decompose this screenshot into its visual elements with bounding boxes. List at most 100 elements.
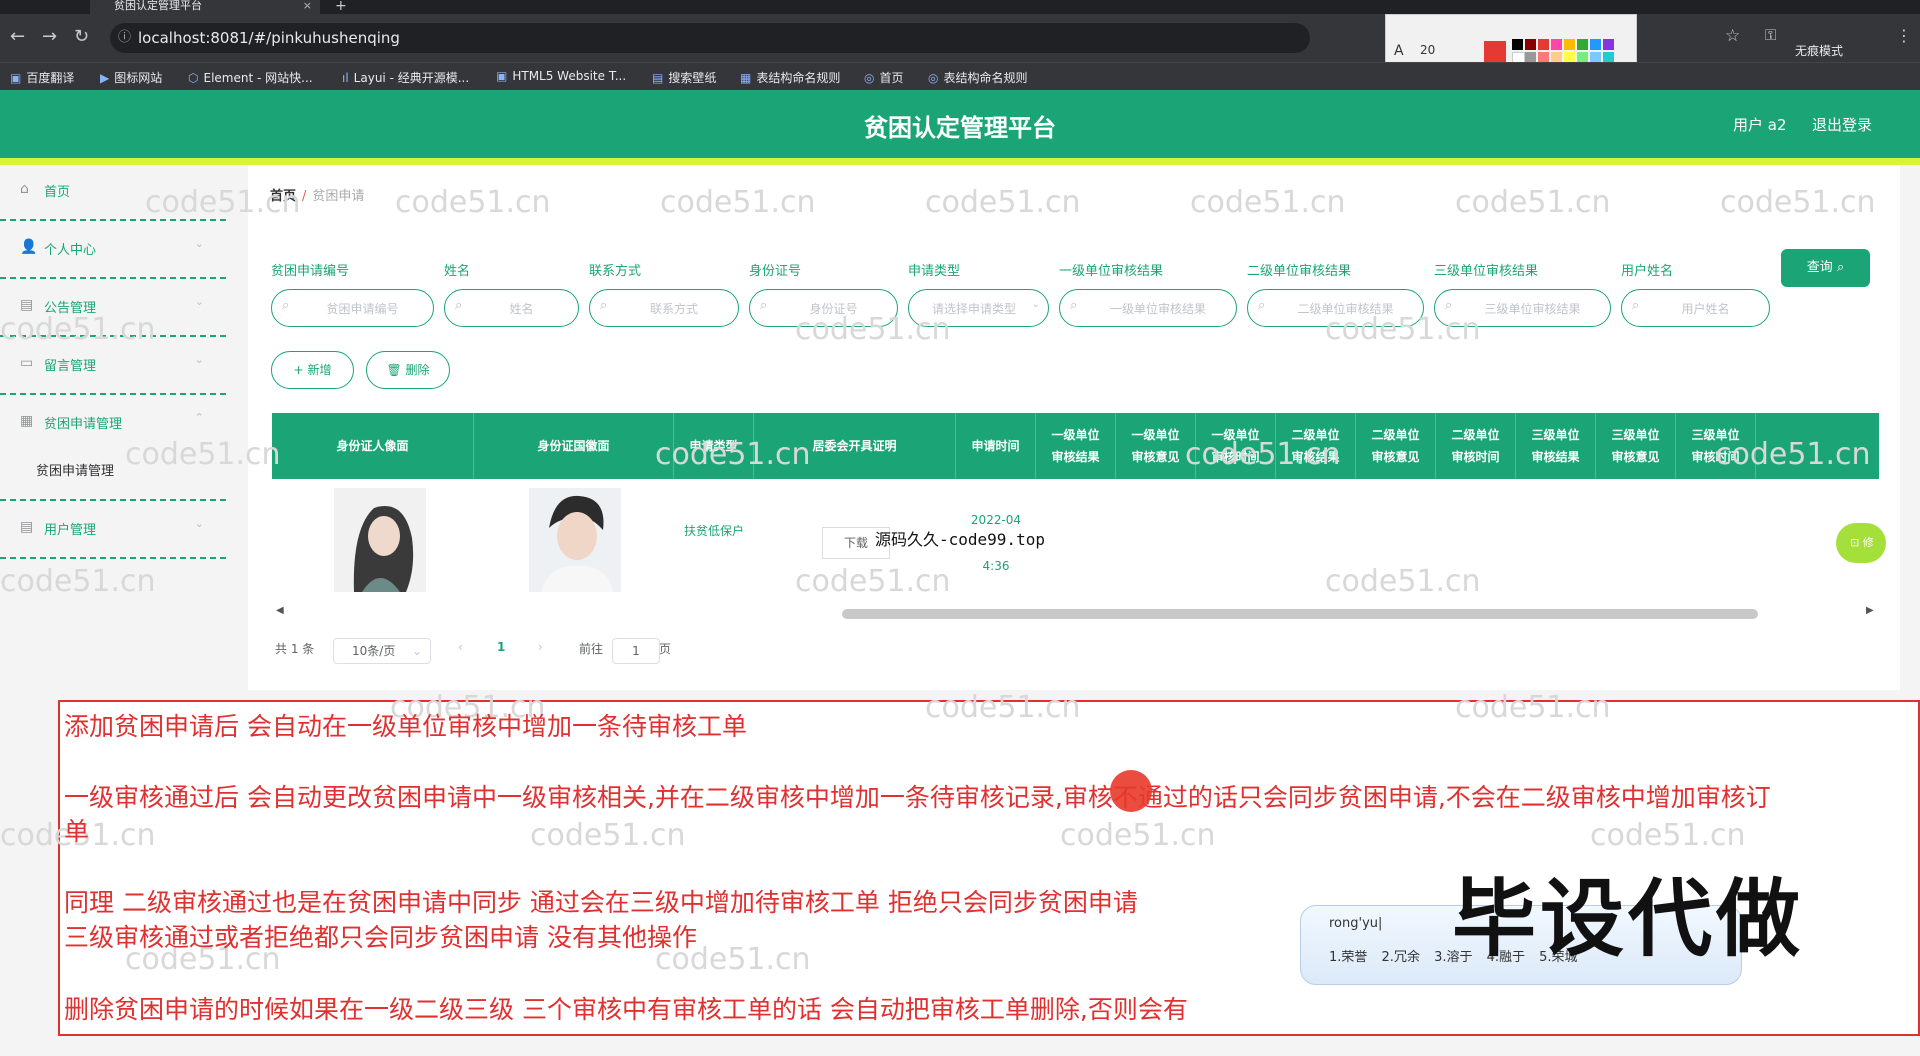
font-size-value[interactable]: 20 xyxy=(1420,43,1435,57)
bookmark-item[interactable]: ◎ 首页 xyxy=(864,69,904,86)
watermark: code51.cn xyxy=(1715,437,1871,472)
sidebar-item-messages[interactable]: ▭ 留言管理 ⌄ xyxy=(0,339,226,395)
id-back-photo[interactable] xyxy=(529,488,621,592)
current-color-swatch[interactable] xyxy=(1484,41,1506,63)
goto-page-input[interactable]: 1 xyxy=(612,638,660,664)
search-icon: ⌕ xyxy=(1070,298,1078,313)
name-input[interactable]: ⌕ xyxy=(444,289,579,327)
new-tab-button[interactable]: + xyxy=(335,0,347,14)
info-icon: ⓘ xyxy=(118,30,132,45)
column-header: 一级单位审核结果 xyxy=(1036,413,1116,479)
level1-result-field[interactable] xyxy=(1086,296,1230,322)
scrollbar-thumb[interactable] xyxy=(842,609,1758,619)
table-row[interactable] xyxy=(272,479,1879,599)
current-page[interactable]: 1 xyxy=(497,640,505,654)
level3-result-field[interactable] xyxy=(1461,296,1604,322)
add-button[interactable]: + 新增 xyxy=(271,351,354,389)
forward-icon[interactable]: → xyxy=(42,26,57,47)
browser-tab-strip: 贫困认定管理平台 × + xyxy=(0,0,1920,14)
chevron-down-icon: ⌄ xyxy=(1031,299,1040,310)
bookmark-item[interactable]: ◎ 表结构命名规则 xyxy=(928,69,1028,86)
sidebar-item-profile[interactable]: 👤 个人中心 ⌄ xyxy=(0,223,226,279)
watermark: code51.cn xyxy=(795,564,951,599)
column-header: 二级单位审核时间 xyxy=(1436,413,1516,479)
edit-button[interactable]: ⊡ 修 xyxy=(1836,523,1886,563)
key-icon[interactable]: ⚿ xyxy=(1765,26,1776,44)
sidebar-subitem-poverty-apply[interactable]: 贫困申请管理 xyxy=(36,460,114,479)
edit-button-label: 修 xyxy=(1862,536,1874,549)
scroll-left-icon[interactable]: ◀ xyxy=(276,605,284,616)
column-header: 身份证人像面 xyxy=(272,413,474,479)
browser-menu-icon[interactable]: ⋮ xyxy=(1896,26,1912,45)
document-icon: ▤ xyxy=(20,519,34,535)
back-icon[interactable]: ← xyxy=(10,26,25,47)
text-tool-icon[interactable]: A xyxy=(1394,43,1404,59)
close-tab-icon[interactable]: × xyxy=(303,0,312,12)
breadcrumb-separator: / xyxy=(302,189,307,204)
delete-button-label: 删除 xyxy=(405,363,430,377)
filter-label-level2-result: 二级单位审核结果 xyxy=(1247,264,1352,279)
filter-label-level3-result: 三级单位审核结果 xyxy=(1434,264,1539,279)
watermark: code51.cn xyxy=(1455,185,1611,220)
url-field[interactable]: ⓘ localhost:8081/#/pinkuhushenqing xyxy=(110,23,1310,53)
contact-field[interactable] xyxy=(616,296,732,322)
note-line: 一级审核通过后 会自动更改贫困申请中一级审核相关,并在二级审核中增加一条待审核记… xyxy=(64,783,1771,812)
watermark: code51.cn xyxy=(795,312,951,347)
filter-label-apply-type: 申请类型 xyxy=(908,264,961,279)
chevron-down-icon: ⌄ xyxy=(194,517,204,530)
bookmark-item[interactable]: ▤ 搜索壁纸 xyxy=(652,69,716,86)
browser-tab[interactable]: 贫困认定管理平台 × xyxy=(90,0,320,14)
page-title: 贫困认定管理平台 xyxy=(864,114,1056,142)
trash-icon: 🗑 xyxy=(386,363,402,377)
user-name-input[interactable]: ⌕ xyxy=(1621,289,1770,327)
note-line: 添加贫困申请后 会自动在一级单位审核中增加一条待审核工单 xyxy=(64,712,747,741)
page-unit-label: 页 xyxy=(659,642,672,656)
header-accent-bar xyxy=(0,158,1920,165)
address-bar-area: ← → ↻ ⓘ localhost:8081/#/pinkuhushenqing… xyxy=(0,14,1920,72)
page-size-select[interactable]: 10条/页 ⌄ xyxy=(333,638,431,664)
watermark: code51.cn xyxy=(1060,818,1216,853)
apply-no-input[interactable]: ⌕ xyxy=(271,289,434,327)
bookmark-star-icon[interactable]: ☆ xyxy=(1725,26,1740,46)
bookmark-item[interactable]: ▦ 表结构命名规则 xyxy=(740,69,840,86)
ime-composition: rong'yu| xyxy=(1329,916,1383,931)
delete-button[interactable]: 🗑 删除 xyxy=(366,351,450,389)
search-icon: ⌕ xyxy=(760,298,768,313)
tab-title: 贫困认定管理平台 xyxy=(114,0,202,12)
logout-link[interactable]: 退出登录 xyxy=(1812,114,1872,135)
source-watermark-text: 源码久久-code99.top xyxy=(875,530,1045,549)
scroll-right-icon[interactable]: ▶ xyxy=(1866,605,1874,616)
prev-page-button[interactable]: ‹ xyxy=(458,640,463,654)
watermark: code51.cn xyxy=(1590,818,1746,853)
bookmarks-bar: ▣ 百度翻译 ▶ 图标网站 ⬡ Element - 网站快... ıl Layui - … xyxy=(0,62,1920,91)
bookmark-item[interactable]: ▣ HTML5 Website T... xyxy=(496,69,626,83)
user-name-field[interactable] xyxy=(1648,296,1763,322)
contact-input[interactable]: ⌕ xyxy=(589,289,739,327)
search-icon: ⌕ xyxy=(282,298,290,313)
incognito-indicator[interactable]: 无痕模式 xyxy=(1795,42,1843,59)
search-icon: ⌕ xyxy=(600,298,608,313)
filter-label-apply-no: 贫困申请编号 xyxy=(271,264,350,279)
bookmark-item[interactable]: ⬡ Element - 网站快... xyxy=(188,69,313,86)
app-header: 贫困认定管理平台 用户 a2 退出登录 xyxy=(0,90,1920,158)
bookmark-item[interactable]: ▶ 图标网站 xyxy=(100,69,162,86)
page-size-value: 10条/页 xyxy=(352,644,396,658)
grid-icon: ▦ xyxy=(20,413,34,429)
reload-icon[interactable]: ↻ xyxy=(74,26,89,47)
query-button[interactable]: 查询 ⌕ xyxy=(1781,249,1870,287)
search-icon: ⌕ xyxy=(455,298,463,313)
level1-result-input[interactable]: ⌕ xyxy=(1059,289,1237,327)
next-page-button[interactable]: › xyxy=(538,640,543,654)
apply-no-field[interactable] xyxy=(298,296,427,322)
user-icon: 👤 xyxy=(20,239,38,255)
chevron-down-icon: ⌄ xyxy=(194,295,204,308)
bookmark-item[interactable]: ▣ 百度翻译 xyxy=(10,69,74,86)
column-header: 一级单位审核意见 xyxy=(1116,413,1196,479)
bookmark-item[interactable]: ıl Layui - 经典开源模... xyxy=(342,69,469,86)
id-front-photo[interactable] xyxy=(334,488,426,592)
column-header: 申请时间 xyxy=(956,413,1036,479)
query-button-label: 查询 xyxy=(1806,260,1833,275)
name-field[interactable] xyxy=(471,296,572,322)
sidebar-item-users[interactable]: ▤ 用户管理 ⌄ xyxy=(0,503,226,559)
chevron-up-icon: ⌃ xyxy=(194,411,204,424)
